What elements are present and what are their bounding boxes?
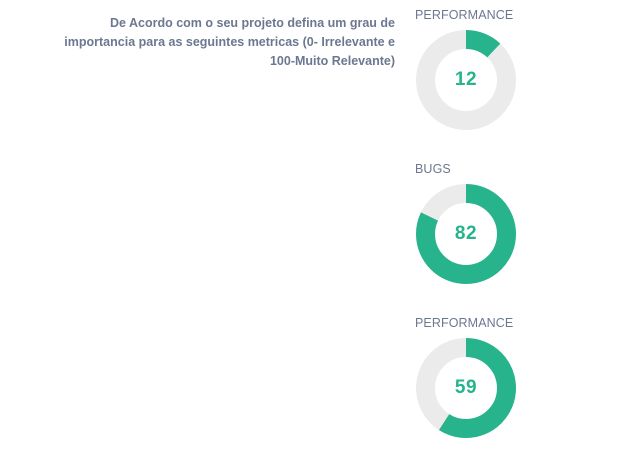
metric-item: BUGS 82 — [415, 162, 525, 284]
question-text: De Acordo com o seu projeto defina um gr… — [64, 16, 395, 68]
metric-rating-panel: De Acordo com o seu projeto defina um gr… — [0, 0, 629, 461]
metric-item: PERFORMANCE 59 — [415, 316, 525, 438]
metric-item: PERFORMANCE 12 — [415, 8, 525, 130]
metric-label-performance: PERFORMANCE — [415, 316, 514, 330]
performance-gauge[interactable]: 59 — [415, 337, 517, 439]
gauge-value: 59 — [454, 377, 478, 398]
gauge-value: 82 — [454, 223, 478, 244]
metric-label-performance: PERFORMANCE — [415, 8, 514, 22]
metric-label-bugs: BUGS — [415, 162, 451, 176]
bugs-gauge[interactable]: 82 — [415, 183, 517, 285]
performance-gauge[interactable]: 12 — [415, 29, 517, 131]
gauge-value: 12 — [454, 69, 478, 90]
